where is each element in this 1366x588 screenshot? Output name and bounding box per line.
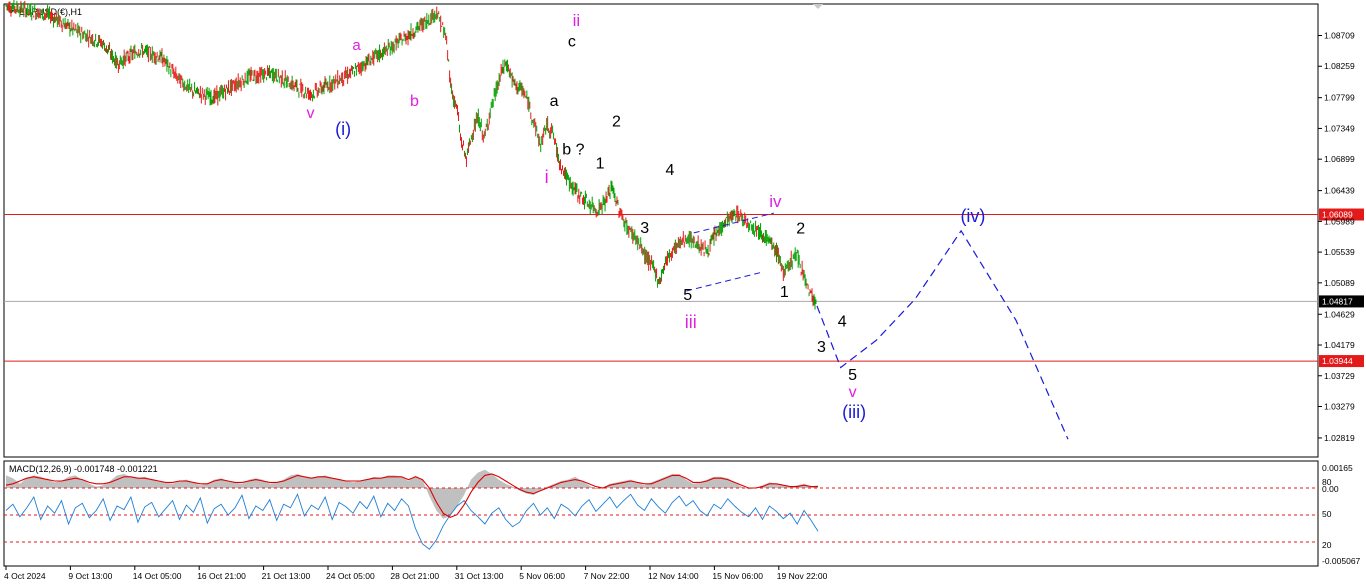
wave-label: 4 <box>838 313 847 330</box>
price-tick-label: 1.08259 <box>1324 61 1355 71</box>
wave-label: 1 <box>596 156 605 173</box>
price-tick-label: 1.05089 <box>1324 278 1355 288</box>
wave-label: 3 <box>817 339 826 356</box>
time-tick-label: 21 Oct 13:00 <box>262 571 311 581</box>
price-tick-label: 1.03729 <box>1324 371 1355 381</box>
wave-label: (iii) <box>842 402 866 422</box>
price-tick-label: 1.07349 <box>1324 123 1355 133</box>
price-tick-label: 1.03279 <box>1324 402 1355 412</box>
wave-label: v <box>306 105 314 122</box>
price-tick-label: 1.07799 <box>1324 93 1355 103</box>
price-tick-label: 1.06899 <box>1324 154 1355 164</box>
macd-axis-label: 20 <box>1322 540 1332 550</box>
time-tick-label: 16 Oct 21:00 <box>197 571 246 581</box>
time-tick-label: 15 Nov 06:00 <box>712 571 763 581</box>
time-tick-label: 31 Oct 13:00 <box>455 571 504 581</box>
price-tick-label: 1.05989 <box>1324 216 1355 226</box>
price-tick-label: 1.05539 <box>1324 247 1355 257</box>
time-tick-label: 19 Nov 22:00 <box>777 571 828 581</box>
time-tick-label: 4 Oct 2024 <box>4 571 46 581</box>
time-tick-label: 24 Oct 05:00 <box>326 571 375 581</box>
macd-axis-label: -0.005067 <box>1322 556 1361 566</box>
wave-label: iii <box>685 312 697 332</box>
macd-axis-label: 0.00 <box>1322 484 1339 494</box>
price-badge-label: 1.04817 <box>1322 296 1353 306</box>
wave-label: a <box>352 37 361 54</box>
macd-axis-label: 0.00165 <box>1322 463 1353 473</box>
time-tick-label: 7 Nov 22:00 <box>584 571 630 581</box>
wave-label: ii <box>573 11 581 30</box>
price-tick-label: 1.04179 <box>1324 340 1355 350</box>
price-tick-label: 1.08709 <box>1324 30 1355 40</box>
price-tick-label: 1.04629 <box>1324 309 1355 319</box>
wave-label: 3 <box>640 220 649 237</box>
wave-label: b <box>410 93 419 110</box>
macd-axis: 0.00165800.005020-0.005067 <box>1322 463 1361 566</box>
time-tick-label: 5 Nov 06:00 <box>519 571 565 581</box>
price-panel[interactable] <box>3 3 1319 458</box>
macd-panel[interactable] <box>3 460 1319 567</box>
wave-label: (iv) <box>960 206 985 226</box>
chart-window: EURUSD(€),H1 1.060891.048171.03944 v(i)a… <box>3 0 1364 581</box>
wave-label: i <box>545 167 549 187</box>
time-tick-label: 28 Oct 21:00 <box>390 571 439 581</box>
price-tick-label: 1.02819 <box>1324 433 1355 443</box>
time-axis[interactable]: 4 Oct 2024 9 Oct 13:00 14 Oct 05:00 16 Oct … <box>4 566 828 581</box>
wave-label: a <box>550 93 559 110</box>
wave-label: 2 <box>612 113 621 130</box>
time-tick-label: 9 Oct 13:00 <box>68 571 112 581</box>
price-axis[interactable]: 1.08709 1.08259 1.07799 1.07349 1.06899 1.064… <box>1318 30 1355 443</box>
wave-label: 5 <box>848 367 857 384</box>
macd-title: MACD(12,26,9) -0.001748 -0.001221 <box>9 464 158 474</box>
wave-label: 2 <box>796 221 805 238</box>
wave-label: iv <box>769 192 782 211</box>
wave-label: c <box>568 33 576 50</box>
wave-label: (i) <box>335 119 351 139</box>
time-tick-label: 12 Nov 14:00 <box>648 571 699 581</box>
macd-axis-label: 50 <box>1322 509 1332 519</box>
wave-label: v <box>849 384 857 401</box>
price-tick-label: 1.06439 <box>1324 186 1355 196</box>
price-badge-label: 1.03944 <box>1322 356 1353 366</box>
wave-label: 5 <box>683 287 692 304</box>
time-tick-label: 14 Oct 05:00 <box>133 571 182 581</box>
wave-label: 1 <box>780 284 789 301</box>
wave-label: b ? <box>562 141 584 158</box>
wave-label: 4 <box>665 162 674 179</box>
